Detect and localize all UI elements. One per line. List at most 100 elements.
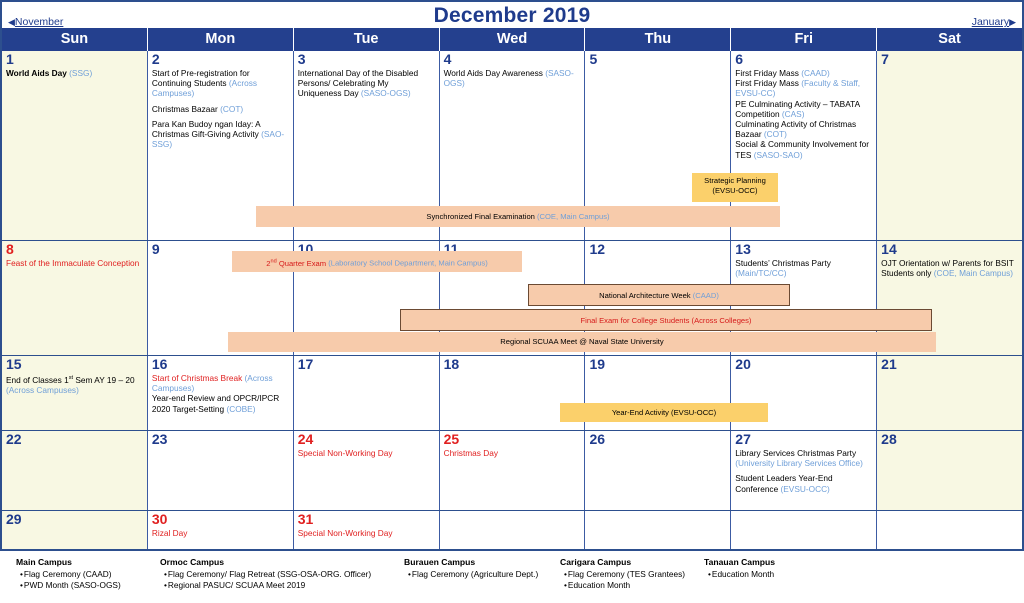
day-number: 19 [589,356,606,372]
calendar-week-row: 15 End of Classes 1st Sem AY 19 – 20 (Acr… [2,356,1023,431]
event-organizer: (SASO-SAO) [753,149,803,160]
day-cell-8[interactable]: 8 Feast of the Immaculate Conception [2,241,148,355]
footer-campus-list: Education Month [704,569,775,580]
footer-campus-title: Tanauan Campus [704,557,775,567]
weekday-header-sat: Sat [938,31,961,47]
day-cell-28[interactable]: 28 [877,431,1023,510]
event-title: Year-end Review and OPCR/IPCR 2020 Targe… [151,393,280,414]
day-number: 23 [151,431,168,447]
event-organizer: (COE, Main Campus) [933,268,1014,279]
day-number: 5 [589,51,598,67]
event-organizer: (SASO-OGS) [360,88,411,99]
weekday-header-fri: Fri [731,28,878,51]
day-cell-empty [585,511,732,549]
event-text: Para Kan Budoy ngan Iday: A Christmas Gi… [152,119,289,150]
day-number: 7 [881,51,889,67]
event-title: First Friday Mass [735,68,802,78]
day-number: 31 [297,511,314,527]
weekday-header-sun: Sun [2,28,148,51]
event-text: Feast of the Immaculate Conception [6,258,143,268]
event-text: Start of Christmas Break (Across Campuse… [152,373,289,393]
weekday-header-thu: Thu [585,28,732,51]
weekday-header-mon: Mon [148,28,294,51]
event-organizer: (COT) [763,129,787,140]
event-text: First Friday Mass (CAAD) [735,68,872,78]
event-bar-organizer: (CAAD) [692,291,719,300]
day-number: 6 [735,51,744,67]
footer-campus-item: PWD Month (SASO-OGS) [20,580,121,591]
footer-campus-title: Burauen Campus [404,557,476,567]
day-cell-30[interactable]: 30 Rizal Day [147,511,294,549]
day-number: 4 [443,51,452,67]
prev-month-link[interactable]: ◀November [8,16,63,28]
event-title: World Aids Day [6,68,70,78]
day-cell-23[interactable]: 23 [147,431,294,510]
event-title: Start of Christmas Break [151,373,245,383]
day-cell-29[interactable]: 29 [2,511,148,549]
day-number: 22 [6,431,22,447]
day-cell-31[interactable]: 31 Special Non-Working Day [293,511,440,549]
day-cell-27[interactable]: 27 Library Services Christmas Party (Univ… [731,431,878,510]
event-text: End of Classes 1st Sem AY 19 – 20 (Acros… [6,373,143,395]
event-text: Christmas Day [444,448,581,458]
day-number: 28 [881,431,897,447]
day-cell-1[interactable]: 1 World Aids Day (SSG) [2,51,148,240]
footer-campus-title: Main Campus [16,557,72,567]
event-organizer: (COT) [220,103,244,114]
footer-campus-item: Flag Ceremony (TES Grantees) [564,569,685,580]
day-cell-22[interactable]: 22 [2,431,148,510]
event-text: Student Leaders Year-End Conference (EVS… [735,473,872,493]
day-cell-7[interactable]: 7 [877,51,1023,240]
footer-campus-item: Flag Ceremony (Agriculture Dept.) [408,569,538,580]
next-month-link[interactable]: January▶ [972,16,1016,28]
event-text: Culminating Activity of Christmas Bazaar… [735,119,872,139]
event-organizer: (COBE) [226,403,256,414]
footer-campus-title: Carigara Campus [560,557,632,567]
footer-campus-column: Burauen Campus Flag Ceremony (Agriculture… [396,557,538,580]
event-text: PE Culminating Activity – TABATA Competi… [735,99,872,119]
event-bar-national-architecture-week[interactable]: National Architecture Week (CAAD) [528,284,790,306]
event-organizer: (EVSU-OCC) [780,483,830,494]
event-title: Para Kan Budoy ngan Iday: A Christmas Gi… [151,118,262,140]
footer-campus-column: Tanauan Campus Education Month [696,557,775,580]
event-bar-strategic-planning[interactable]: Strategic Planning (EVSU-OCC) [692,173,778,202]
event-bar-label: National Architecture Week [599,291,693,300]
day-number: 15 [6,356,22,372]
event-text: Students’ Christmas Party (Main/TC/CC) [735,258,872,278]
event-organizer: (SSG) [69,68,93,78]
day-cell-16[interactable]: 16 Start of Christmas Break (Across Campu… [147,356,294,430]
next-month-label: January [971,16,1010,28]
day-cell-15[interactable]: 15 End of Classes 1st Sem AY 19 – 20 (Acr… [2,356,148,430]
event-bar-second-quarter-exam[interactable]: 2nd Quarter Exam (Laboratory School Depa… [232,251,522,272]
day-number: 17 [297,356,314,372]
event-title: First Friday Mass [735,78,802,89]
day-cell-21[interactable]: 21 [877,356,1023,430]
day-cell-26[interactable]: 26 [585,431,732,510]
day-cell-25[interactable]: 25 Christmas Day [439,431,586,510]
day-cell-24[interactable]: 24 Special Non-Working Day [293,431,440,510]
event-text: Year-end Review and OPCR/IPCR 2020 Targe… [152,393,289,413]
day-number: 8 [6,241,14,257]
event-bar-final-exam-college-students[interactable]: Final Exam for College Students (Across … [400,309,932,331]
event-text: World Aids Day Awareness (SASO-OGS) [444,68,581,88]
day-number: 1 [6,51,14,67]
day-cell-empty [731,511,878,549]
prev-month-label: November [14,16,64,28]
event-bar-label: 2nd Quarter Exam [266,258,329,268]
footer-campus-item: Flag Ceremony (CAAD) [20,569,121,580]
event-text: World Aids Day (SSG) [6,68,143,78]
day-cell-empty [439,511,586,549]
day-number: 26 [589,431,606,447]
event-bar-label: Synchronized Final Examination [426,212,537,221]
day-number: 29 [6,511,22,527]
event-text: International Day of the Disabled Person… [298,68,435,99]
event-text: Rizal Day [152,528,289,538]
event-bar-year-end-activity[interactable]: Year-End Activity (EVSU-OCC) [560,403,768,422]
event-bar-synchronized-final-examination[interactable]: Synchronized Final Examination (COE, Mai… [256,206,780,227]
event-bar-regional-scuaa-meet[interactable]: Regional SCUAA Meet @ Naval State Univer… [228,332,936,352]
footer-campus-list: Flag Ceremony (TES Grantees)Education Mo… [560,569,685,591]
day-number: 30 [151,511,168,527]
event-title: Students’ Christmas Party [735,258,831,268]
day-cell-17[interactable]: 17 [293,356,440,430]
day-number: 18 [443,356,460,372]
